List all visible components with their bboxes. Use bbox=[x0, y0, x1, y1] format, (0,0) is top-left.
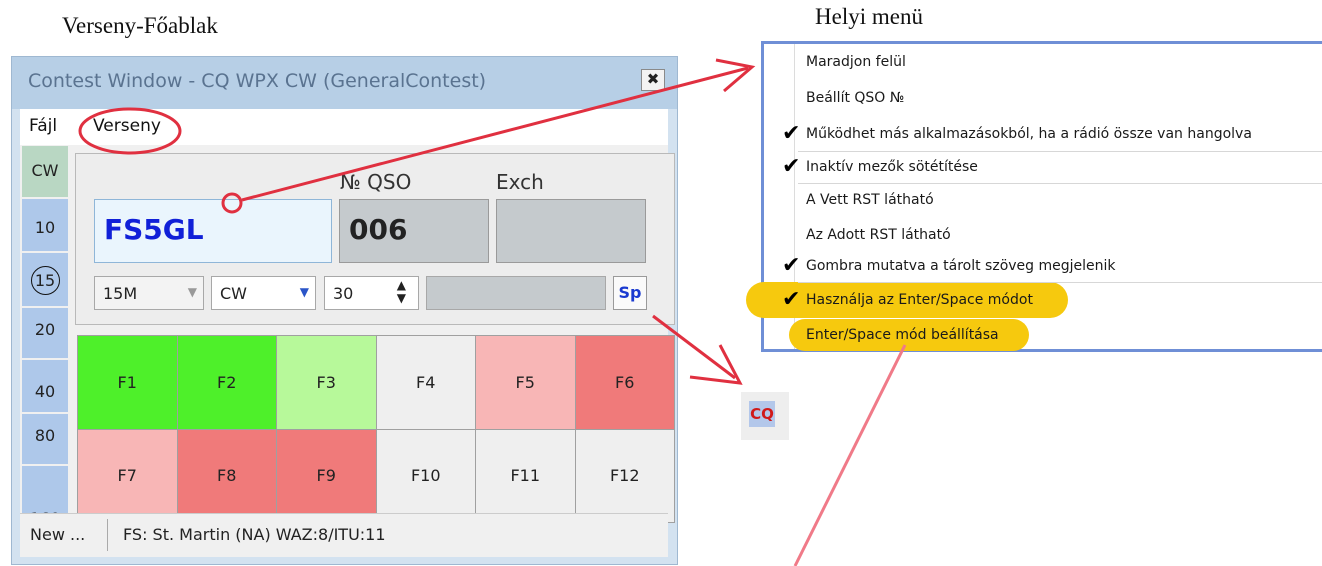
menu-file[interactable]: Fájl bbox=[29, 116, 57, 136]
mode-select-value: CW bbox=[220, 284, 247, 303]
context-menu-caption: Helyi menü bbox=[815, 4, 923, 29]
exch-label: Exch bbox=[496, 170, 544, 194]
context-menu-item[interactable]: ✔ Gombra mutatva a tárolt szöveg megjelen… bbox=[782, 253, 1116, 278]
context-menu-item-label: Gombra mutatva a tárolt szöveg megjeleni… bbox=[806, 258, 1116, 274]
qso-number-field[interactable]: 006 bbox=[339, 199, 489, 263]
band-button-80[interactable]: 80 bbox=[22, 414, 68, 466]
function-key-f5[interactable]: F5 bbox=[475, 335, 576, 430]
function-key-f4[interactable]: F4 bbox=[375, 335, 476, 430]
exchange-field[interactable] bbox=[496, 199, 646, 263]
close-icon[interactable]: ✖ bbox=[641, 69, 665, 91]
mode-select[interactable]: CW ▼ bbox=[211, 276, 316, 310]
band-button-10[interactable]: 10 bbox=[22, 199, 68, 253]
band-button-15[interactable]: 15 bbox=[22, 253, 68, 308]
menu-separator bbox=[798, 151, 1322, 152]
context-menu-item-label: Enter/Space mód beállítása bbox=[806, 327, 999, 343]
context-menu-item[interactable]: Az Adott RST látható bbox=[806, 227, 951, 243]
qso-label: № QSO bbox=[340, 170, 412, 194]
function-key-f9[interactable]: F9 bbox=[276, 428, 377, 523]
context-menu-item-label: Az Adott RST látható bbox=[806, 227, 951, 243]
context-menu-item[interactable]: ✔ Használja az Enter/Space módot bbox=[782, 287, 1033, 312]
checkmark-icon: ✔ bbox=[782, 253, 801, 278]
chevron-down-icon: ▼ bbox=[187, 285, 197, 299]
context-menu-item[interactable]: A Vett RST látható bbox=[806, 192, 934, 208]
context-menu-item[interactable]: ✔ Működhet más alkalmazásokból, ha a rádi… bbox=[782, 121, 1252, 146]
arrow-from-settings-item bbox=[793, 344, 907, 566]
function-key-f2[interactable]: F2 bbox=[176, 335, 277, 430]
entry-panel: № QSO Exch FS5GL 006 15M ▼ CW ▼ 30 ▲ ▼ Sp bbox=[75, 153, 675, 325]
window-body: Fájl Verseny CW 10 15 20 40 80 160 № QSO… bbox=[20, 109, 675, 557]
cq-icon[interactable]: CQ bbox=[749, 401, 775, 427]
context-menu-item[interactable]: Beállít QSO № bbox=[806, 90, 904, 106]
context-menu-item[interactable]: Maradjon felül bbox=[806, 54, 906, 70]
band-column: CW 10 15 20 40 80 160 bbox=[22, 146, 68, 544]
cq-icon-tile: CQ bbox=[741, 392, 789, 440]
menu-contest[interactable]: Verseny bbox=[93, 116, 161, 136]
spin-icon[interactable]: ▲ ▼ bbox=[397, 279, 406, 305]
context-menu-item-label: Inaktív mezők sötétítése bbox=[806, 159, 978, 175]
function-key-grid: F1 F2 F3 F4 F5 F6 F7 F8 F9 F10 F11 F12 bbox=[77, 335, 675, 523]
arrowhead-cq-icon bbox=[689, 344, 743, 385]
band-select[interactable]: 15M ▼ bbox=[94, 276, 204, 310]
context-menu-item[interactable]: Enter/Space mód beállítása bbox=[806, 327, 999, 343]
window-title: Contest Window - CQ WPX CW (GeneralConte… bbox=[28, 70, 487, 92]
contest-window: Contest Window - CQ WPX CW (GeneralConte… bbox=[11, 56, 678, 565]
spot-button[interactable]: Sp bbox=[613, 276, 647, 310]
menu-separator bbox=[798, 183, 1322, 184]
function-key-f12[interactable]: F12 bbox=[574, 428, 675, 523]
message-field[interactable] bbox=[426, 276, 606, 310]
wpm-value: 30 bbox=[333, 284, 354, 303]
function-key-f7[interactable]: F7 bbox=[77, 428, 178, 523]
checkmark-icon: ✔ bbox=[782, 287, 801, 312]
menu-separator bbox=[798, 282, 1322, 283]
status-new[interactable]: New ... bbox=[30, 525, 85, 544]
function-key-f8[interactable]: F8 bbox=[176, 428, 277, 523]
arrowhead-context-menu bbox=[715, 58, 756, 93]
band-button-40[interactable]: 40 bbox=[22, 360, 68, 414]
context-menu-item-label: Beállít QSO № bbox=[806, 90, 905, 106]
callsign-input[interactable]: FS5GL bbox=[94, 199, 332, 263]
checkmark-icon: ✔ bbox=[782, 121, 801, 146]
status-bar: New ... FS: St. Martin (NA) WAZ:8/ITU:11 bbox=[20, 513, 668, 557]
status-divider bbox=[107, 519, 108, 551]
title-bar[interactable]: Contest Window - CQ WPX CW (GeneralConte… bbox=[12, 57, 677, 109]
function-key-f11[interactable]: F11 bbox=[475, 428, 576, 523]
status-country-info: FS: St. Martin (NA) WAZ:8/ITU:11 bbox=[123, 525, 386, 544]
function-key-f6[interactable]: F6 bbox=[574, 335, 675, 430]
context-menu-item-label: Használja az Enter/Space módot bbox=[806, 292, 1033, 308]
band-button-cw[interactable]: CW bbox=[22, 146, 68, 199]
band-select-value: 15M bbox=[103, 284, 138, 303]
function-key-f10[interactable]: F10 bbox=[375, 428, 476, 523]
checkmark-icon: ✔ bbox=[782, 154, 801, 179]
function-key-f1[interactable]: F1 bbox=[77, 335, 178, 430]
context-menu-item[interactable]: ✔ Inaktív mezők sötétítése bbox=[782, 154, 978, 179]
wpm-stepper[interactable]: 30 ▲ ▼ bbox=[324, 276, 419, 310]
band-15-label: 15 bbox=[30, 266, 60, 295]
band-button-20[interactable]: 20 bbox=[22, 308, 68, 360]
context-menu-item-label: Működhet más alkalmazásokból, ha a rádió… bbox=[806, 126, 1252, 142]
context-menu-item-label: A Vett RST látható bbox=[806, 192, 934, 208]
context-menu-item-label: Maradjon felül bbox=[806, 54, 906, 70]
chevron-down-icon: ▼ bbox=[299, 285, 309, 299]
context-menu: Maradjon felül Beállít QSO № ✔ Működhet más… bbox=[746, 41, 1322, 352]
menu-bar: Fájl Verseny bbox=[20, 109, 668, 145]
main-window-caption: Verseny-Főablak bbox=[62, 13, 218, 38]
function-key-f3[interactable]: F3 bbox=[276, 335, 377, 430]
